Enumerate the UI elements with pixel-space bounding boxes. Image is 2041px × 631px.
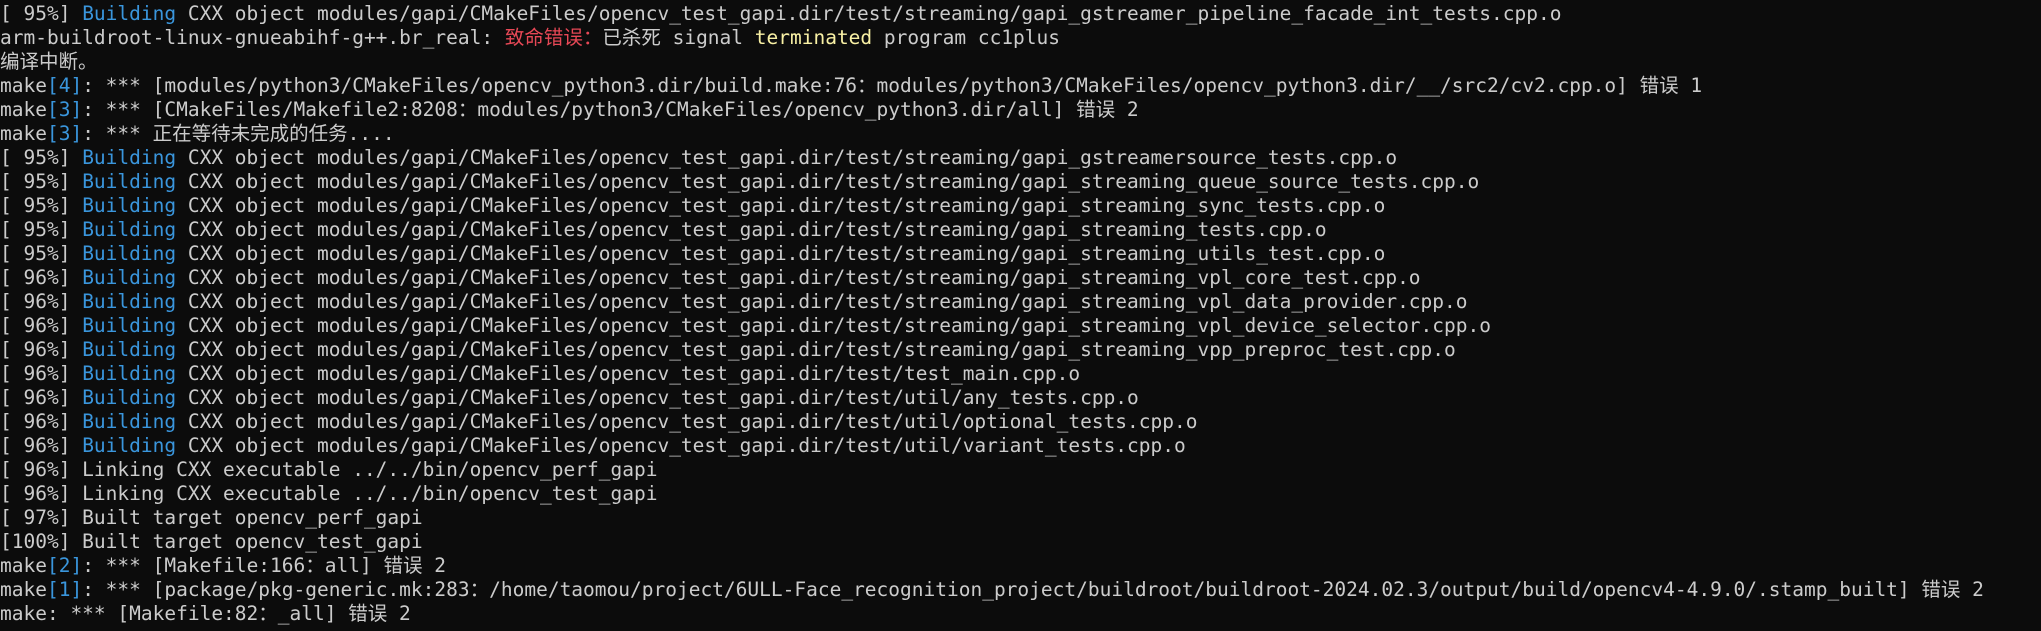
terminal-text-segment: Building (82, 194, 177, 217)
terminal-line: [ 95%] Building CXX object modules/gapi/… (0, 242, 2041, 266)
terminal-text-segment: [ 96%] (0, 338, 83, 361)
terminal-line: [ 96%] Building CXX object modules/gapi/… (0, 338, 2041, 362)
terminal-text-segment: Building (82, 362, 177, 385)
terminal-line: make[3]: *** 正在等待未完成的任务.... (0, 122, 2041, 146)
terminal-text-segment: arm-buildroot-linux-gnueabihf-g++.br_rea… (0, 26, 505, 49)
terminal-text-segment: Building (82, 266, 177, 289)
terminal-text-segment: Building (82, 314, 177, 337)
terminal-text-segment: [ 95%] (0, 170, 83, 193)
terminal-text-segment: [ 95%] (0, 194, 83, 217)
terminal-line: make[2]: *** [Makefile:166：all] 错误 2 (0, 554, 2041, 578)
terminal-text-segment: [1] (46, 578, 83, 601)
terminal-text-segment: : *** [CMakeFiles/Makefile2:8208：modules… (82, 98, 1139, 121)
terminal-text-segment: [ 96%] Linking CXX executable ../../bin/… (0, 458, 658, 481)
terminal-text-segment: 已杀死 signal (602, 26, 755, 49)
terminal-text-segment: Building (82, 170, 177, 193)
terminal-text-segment: program cc1plus (872, 26, 1061, 49)
terminal-text-segment: [ 95%] (0, 2, 83, 25)
terminal-text-segment: CXX object modules/gapi/CMakeFiles/openc… (176, 2, 1562, 25)
terminal-text-segment: CXX object modules/gapi/CMakeFiles/openc… (176, 242, 1386, 265)
terminal-text-segment: [100%] Built target opencv_test_gapi (0, 530, 423, 553)
terminal-line: [ 96%] Linking CXX executable ../../bin/… (0, 458, 2041, 482)
terminal-line: [ 96%] Building CXX object modules/gapi/… (0, 386, 2041, 410)
terminal-text-segment: CXX object modules/gapi/CMakeFiles/openc… (176, 194, 1386, 217)
terminal-text-segment: CXX object modules/gapi/CMakeFiles/openc… (176, 170, 1480, 193)
terminal-line: arm-buildroot-linux-gnueabihf-g++.br_rea… (0, 26, 2041, 50)
terminal-text-segment: [ 96%] (0, 290, 83, 313)
terminal-line: [ 95%] Building CXX object modules/gapi/… (0, 170, 2041, 194)
terminal-text-segment: [ 96%] (0, 386, 83, 409)
terminal-line: [ 96%] Building CXX object modules/gapi/… (0, 434, 2041, 458)
terminal-text-segment: : *** 正在等待未完成的任务.... (82, 122, 395, 145)
terminal-line: 编译中断。 (0, 50, 2041, 74)
terminal-text-segment: CXX object modules/gapi/CMakeFiles/openc… (176, 362, 1081, 385)
terminal-line: [ 95%] Building CXX object modules/gapi/… (0, 194, 2041, 218)
terminal-output[interactable]: [ 95%] Building CXX object modules/gapi/… (0, 0, 2041, 631)
terminal-line: [ 95%] Building CXX object modules/gapi/… (0, 218, 2041, 242)
terminal-text-segment: [ 96%] (0, 314, 83, 337)
terminal-line: [ 95%] Building CXX object modules/gapi/… (0, 146, 2041, 170)
terminal-text-segment: CXX object modules/gapi/CMakeFiles/openc… (176, 434, 1186, 457)
terminal-text-segment: make (0, 554, 47, 577)
terminal-line: make: *** [Makefile:82：_all] 错误 2 (0, 602, 2041, 626)
terminal-text-segment: [ 95%] (0, 242, 83, 265)
terminal-text-segment: [ 96%] (0, 362, 83, 385)
terminal-text-segment: [2] (46, 554, 83, 577)
terminal-text-segment: CXX object modules/gapi/CMakeFiles/openc… (176, 338, 1456, 361)
terminal-text-segment: make (0, 122, 47, 145)
terminal-line: [ 96%] Building CXX object modules/gapi/… (0, 290, 2041, 314)
terminal-text-segment: Building (82, 434, 177, 457)
terminal-line: [ 96%] Building CXX object modules/gapi/… (0, 362, 2041, 386)
terminal-text-segment: Building (82, 218, 177, 241)
terminal-text-segment: [ 96%] Linking CXX executable ../../bin/… (0, 482, 658, 505)
terminal-text-segment: Building (82, 2, 177, 25)
terminal-text-segment: [3] (46, 98, 83, 121)
terminal-text-segment: terminated (754, 26, 873, 49)
terminal-text-segment: 编译中断。 (0, 50, 98, 73)
terminal-text-segment: [ 96%] (0, 410, 83, 433)
terminal-text-segment: [4] (46, 74, 83, 97)
terminal-text-segment: make (0, 578, 47, 601)
terminal-text-segment: CXX object modules/gapi/CMakeFiles/openc… (176, 410, 1198, 433)
terminal-line: [ 97%] Built target opencv_perf_gapi (0, 506, 2041, 530)
terminal-text-segment: 致命错误： (504, 26, 603, 49)
terminal-text-segment: CXX object modules/gapi/CMakeFiles/openc… (176, 290, 1468, 313)
terminal-line: [ 96%] Linking CXX executable ../../bin/… (0, 482, 2041, 506)
terminal-text-segment: Building (82, 146, 177, 169)
terminal-text-segment: : *** [Makefile:166：all] 错误 2 (82, 554, 446, 577)
terminal-text-segment: [ 97%] Built target opencv_perf_gapi (0, 506, 423, 529)
terminal-line: [ 96%] Building CXX object modules/gapi/… (0, 266, 2041, 290)
terminal-text-segment: make: *** [Makefile:82：_all] 错误 2 (0, 602, 411, 625)
terminal-text-segment: make (0, 74, 47, 97)
terminal-text-segment: : *** [modules/python3/CMakeFiles/opencv… (82, 74, 1703, 97)
terminal-line: make[1]: *** [package/pkg-generic.mk:283… (0, 578, 2041, 602)
terminal-text-segment: [ 95%] (0, 218, 83, 241)
terminal-text-segment: [ 96%] (0, 266, 83, 289)
terminal-text-segment: CXX object modules/gapi/CMakeFiles/openc… (176, 218, 1327, 241)
terminal-line: [ 96%] Building CXX object modules/gapi/… (0, 314, 2041, 338)
terminal-text-segment: CXX object modules/gapi/CMakeFiles/openc… (176, 314, 1491, 337)
terminal-text-segment: Building (82, 290, 177, 313)
terminal-text-segment: CXX object modules/gapi/CMakeFiles/openc… (176, 266, 1421, 289)
terminal-text-segment: Building (82, 410, 177, 433)
terminal-line: [ 95%] Building CXX object modules/gapi/… (0, 2, 2041, 26)
terminal-text-segment: CXX object modules/gapi/CMakeFiles/openc… (176, 386, 1139, 409)
terminal-text-segment: make (0, 98, 47, 121)
terminal-line: [100%] Built target opencv_test_gapi (0, 530, 2041, 554)
terminal-text-segment: Building (82, 338, 177, 361)
terminal-text-segment: [ 95%] (0, 146, 83, 169)
terminal-text-segment: [3] (46, 122, 83, 145)
terminal-text-segment: : *** [package/pkg-generic.mk:283：/home/… (82, 578, 1984, 601)
terminal-line: make[3]: *** [CMakeFiles/Makefile2:8208：… (0, 98, 2041, 122)
terminal-text-segment: CXX object modules/gapi/CMakeFiles/openc… (176, 146, 1398, 169)
terminal-text-segment: [ 96%] (0, 434, 83, 457)
terminal-text-segment: Building (82, 386, 177, 409)
terminal-line: [ 96%] Building CXX object modules/gapi/… (0, 410, 2041, 434)
terminal-line: make[4]: *** [modules/python3/CMakeFiles… (0, 74, 2041, 98)
terminal-text-segment: Building (82, 242, 177, 265)
